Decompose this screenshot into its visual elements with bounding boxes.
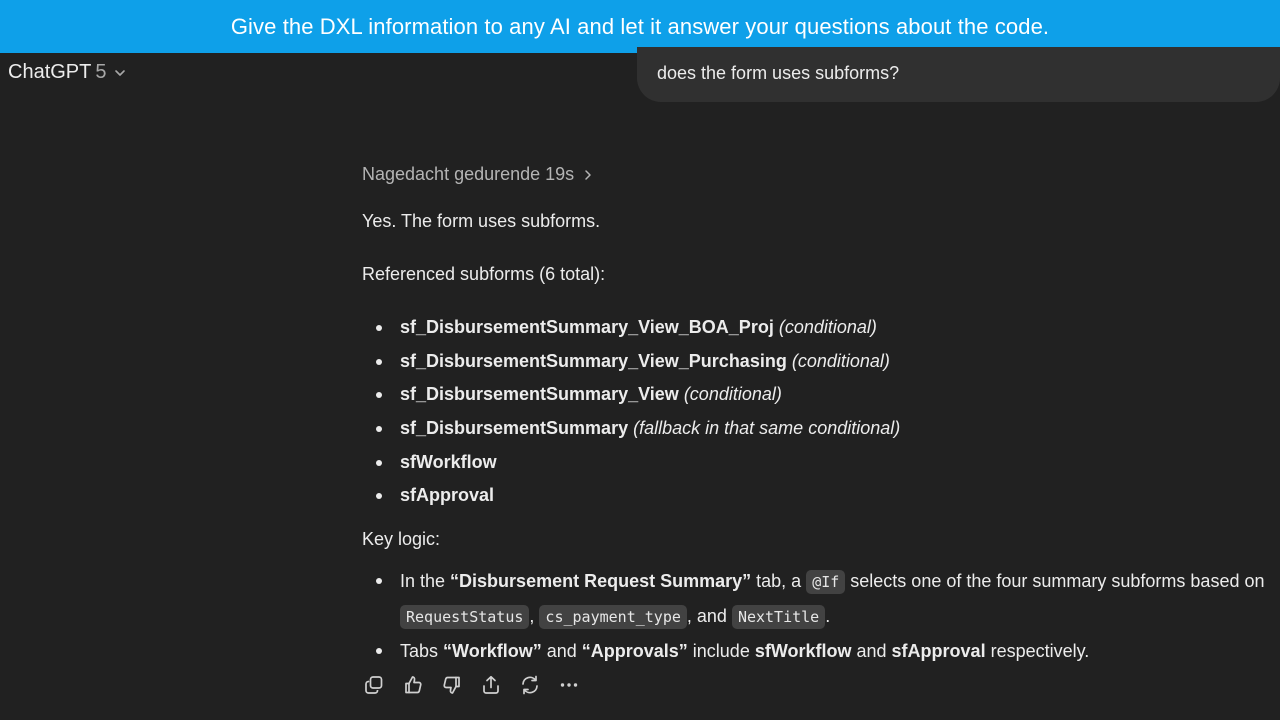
model-picker[interactable]: ChatGPT 5 (8, 59, 127, 85)
subform-name: sf_DisbursementSummary (400, 418, 629, 439)
copy-icon[interactable] (362, 673, 386, 697)
text-span: selects one of the four summary subforms… (845, 571, 1265, 591)
list-item: sf_DisbursementSummary_View_BOA_Proj (co… (362, 314, 900, 348)
referenced-heading: Referenced subforms (6 total): (362, 264, 606, 284)
inline-code: cs_payment_type (539, 605, 687, 629)
chevron-down-icon (113, 66, 127, 80)
text-span: Tabs (400, 641, 444, 661)
inline-code: NextTitle (731, 605, 826, 629)
list-item: sf_DisbursementSummary_View (conditional… (362, 381, 900, 415)
text-span: , and (686, 606, 732, 626)
subform-note: (conditional) (791, 350, 890, 371)
thought-label: Nagedacht gedurende 19s (362, 164, 575, 184)
thought-toggle[interactable]: Nagedacht gedurende 19s (362, 164, 593, 185)
inline-code: @If (806, 570, 846, 594)
text-span: In the (400, 571, 451, 591)
text-span: respectively. (985, 641, 1090, 661)
list-item: In the “Disbursement Request Summary” ta… (362, 564, 1272, 634)
list-item: Tabs “Workflow” and “Approvals” include … (362, 634, 1272, 668)
subform-name: sfApproval (891, 641, 986, 661)
key-logic-heading: Key logic: (362, 529, 441, 549)
share-icon[interactable] (479, 673, 503, 697)
text-span: , (529, 606, 540, 626)
text-span: . (825, 606, 831, 626)
banner-text: Give the DXL information to any AI and l… (230, 13, 1050, 39)
subforms-list: sf_DisbursementSummary_View_BOA_Proj (co… (362, 314, 900, 516)
tab-name: “Workflow” (443, 641, 542, 661)
list-item: sfWorkflow (362, 449, 900, 483)
subform-name: sfApproval (400, 485, 495, 506)
tab-name: “Approvals” (581, 641, 688, 661)
subform-name: sfWorkflow (754, 641, 852, 661)
text-span: and (851, 641, 892, 661)
key-logic-list: In the “Disbursement Request Summary” ta… (362, 564, 1272, 668)
subform-note: (conditional) (683, 384, 782, 405)
thumbs-down-icon[interactable] (440, 673, 464, 697)
thumbs-up-icon[interactable] (401, 673, 425, 697)
list-item: sf_DisbursementSummary (fallback in that… (362, 415, 900, 449)
text-span: include (687, 641, 755, 661)
chevron-right-icon (583, 169, 593, 181)
text-span: tab, a (751, 571, 807, 591)
regenerate-icon[interactable] (518, 673, 542, 697)
subform-name: sf_DisbursementSummary_View (400, 384, 679, 405)
message-actions (362, 673, 581, 697)
tab-name: “Disbursement Request Summary” (450, 571, 752, 591)
list-item: sfApproval (362, 482, 900, 516)
text-span: and (541, 641, 582, 661)
subform-name: sf_DisbursementSummary_View_BOA_Proj (400, 317, 774, 337)
subform-name: sfWorkflow (400, 451, 497, 472)
subform-note: (conditional) (778, 317, 877, 337)
model-name: ChatGPT (8, 60, 92, 83)
model-version: 5 (95, 60, 107, 83)
subform-note: (fallback in that same conditional) (633, 418, 901, 439)
answer-intro: Yes. The form uses subforms. (362, 211, 601, 231)
user-message-text: does the form uses subforms? (657, 63, 900, 83)
list-item: sf_DisbursementSummary_View_Purchasing (… (362, 348, 900, 382)
user-message-bubble: does the form uses subforms? (637, 47, 1280, 102)
subform-name: sf_DisbursementSummary_View_Purchasing (400, 350, 787, 371)
more-icon[interactable] (557, 673, 581, 697)
top-banner: Give the DXL information to any AI and l… (0, 0, 1280, 53)
inline-code: RequestStatus (400, 605, 530, 629)
